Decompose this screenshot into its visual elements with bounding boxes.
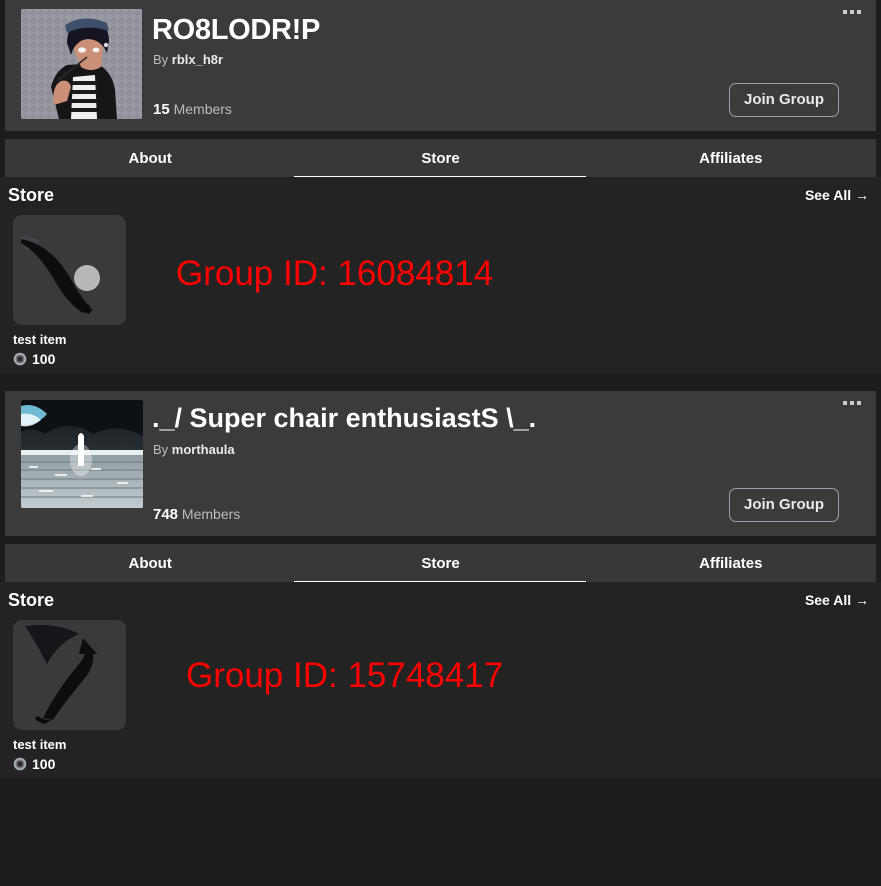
- group-avatar-anime-character-icon: [21, 9, 142, 119]
- tab-store[interactable]: Store: [295, 544, 585, 582]
- store-section-2: Store See All → test item 100 Group ID: …: [0, 582, 881, 778]
- group-list-page: RO8LODR!P By rblx_h8r 15 Members Join Gr…: [0, 0, 881, 886]
- group-avatar-stormy-beach-icon: [21, 400, 143, 508]
- group-header-card-2: ._/ Super chair enthusiastS \_. By morth…: [5, 391, 876, 536]
- join-group-button[interactable]: Join Group: [729, 83, 839, 117]
- ellipsis-dot: [850, 401, 854, 405]
- section-gap: [0, 131, 881, 139]
- ellipsis-icon[interactable]: [843, 401, 861, 405]
- group-author-line: By rblx_h8r: [153, 52, 223, 67]
- block-separator: [0, 373, 881, 391]
- see-all-link[interactable]: See All →: [805, 187, 869, 203]
- store-item-card[interactable]: test item 100: [13, 620, 133, 772]
- ellipsis-dot: [857, 10, 861, 14]
- group-tabbar-2: About Store Affiliates: [5, 544, 876, 582]
- by-prefix: By: [153, 442, 172, 457]
- group-id-annotation: Group ID: 16084814: [176, 254, 494, 293]
- join-group-button[interactable]: Join Group: [729, 488, 839, 522]
- item-thumbnail[interactable]: [13, 620, 126, 730]
- robux-icon: [13, 757, 27, 771]
- tab-affiliates[interactable]: Affiliates: [586, 544, 876, 582]
- group-avatar-1[interactable]: [21, 9, 142, 119]
- group-block-1: RO8LODR!P By rblx_h8r 15 Members Join Gr…: [0, 0, 881, 373]
- store-section-1: Store See All → test item 100 Group ID: …: [0, 177, 881, 373]
- item-name: test item: [13, 332, 67, 347]
- group-title: RO8LODR!P: [152, 14, 321, 46]
- store-heading: Store: [8, 184, 55, 205]
- tab-affiliates[interactable]: Affiliates: [586, 139, 876, 177]
- ellipsis-dot: [857, 401, 861, 405]
- tab-about[interactable]: About: [5, 139, 295, 177]
- store-header: Store See All →: [8, 582, 873, 618]
- ellipsis-dot: [843, 10, 847, 14]
- group-id-annotation: Group ID: 15748417: [186, 656, 504, 695]
- store-item-grid: test item 100 Group ID: 16084814: [8, 213, 873, 373]
- store-header: Store See All →: [8, 177, 873, 213]
- group-header-card-1: RO8LODR!P By rblx_h8r 15 Members Join Gr…: [5, 0, 876, 131]
- ellipsis-dot: [843, 401, 847, 405]
- member-label: Members: [181, 506, 241, 522]
- member-label: Members: [173, 101, 232, 117]
- group-block-2: ._/ Super chair enthusiastS \_. By morth…: [0, 391, 881, 778]
- item-price-value: 100: [32, 351, 56, 367]
- group-member-count-line: 15 Members: [153, 101, 232, 118]
- item-price: 100: [13, 351, 133, 367]
- tab-store[interactable]: Store: [295, 139, 585, 177]
- store-heading: Store: [8, 589, 55, 610]
- item-thumbnail-curve-sphere-icon: [19, 236, 100, 314]
- tab-about[interactable]: About: [5, 544, 295, 582]
- store-item-grid: test item 100 Group ID: 15748417: [8, 618, 873, 778]
- group-member-count-line: 748 Members: [153, 506, 240, 523]
- section-gap: [0, 536, 881, 544]
- store-item-card[interactable]: test item 100: [13, 215, 133, 367]
- robux-icon: [13, 352, 27, 366]
- ellipsis-icon[interactable]: [843, 10, 861, 14]
- member-count: 15: [153, 101, 170, 118]
- item-name: test item: [13, 737, 67, 752]
- item-thumbnail[interactable]: [13, 215, 126, 325]
- item-thumbnail-hook-curve-icon: [25, 625, 97, 724]
- group-author: morthaula: [171, 442, 235, 457]
- item-price-value: 100: [32, 756, 56, 772]
- item-price: 100: [13, 756, 133, 772]
- ellipsis-dot: [850, 10, 854, 14]
- group-tabbar-1: About Store Affiliates: [5, 139, 876, 177]
- see-all-link[interactable]: See All →: [805, 592, 869, 608]
- group-title: ._/ Super chair enthusiastS \_.: [152, 403, 537, 433]
- by-prefix: By: [153, 52, 172, 67]
- group-author: rblx_h8r: [171, 52, 224, 67]
- group-avatar-2[interactable]: [21, 400, 143, 508]
- group-author-line: By morthaula: [153, 442, 235, 457]
- member-count: 748: [153, 506, 179, 523]
